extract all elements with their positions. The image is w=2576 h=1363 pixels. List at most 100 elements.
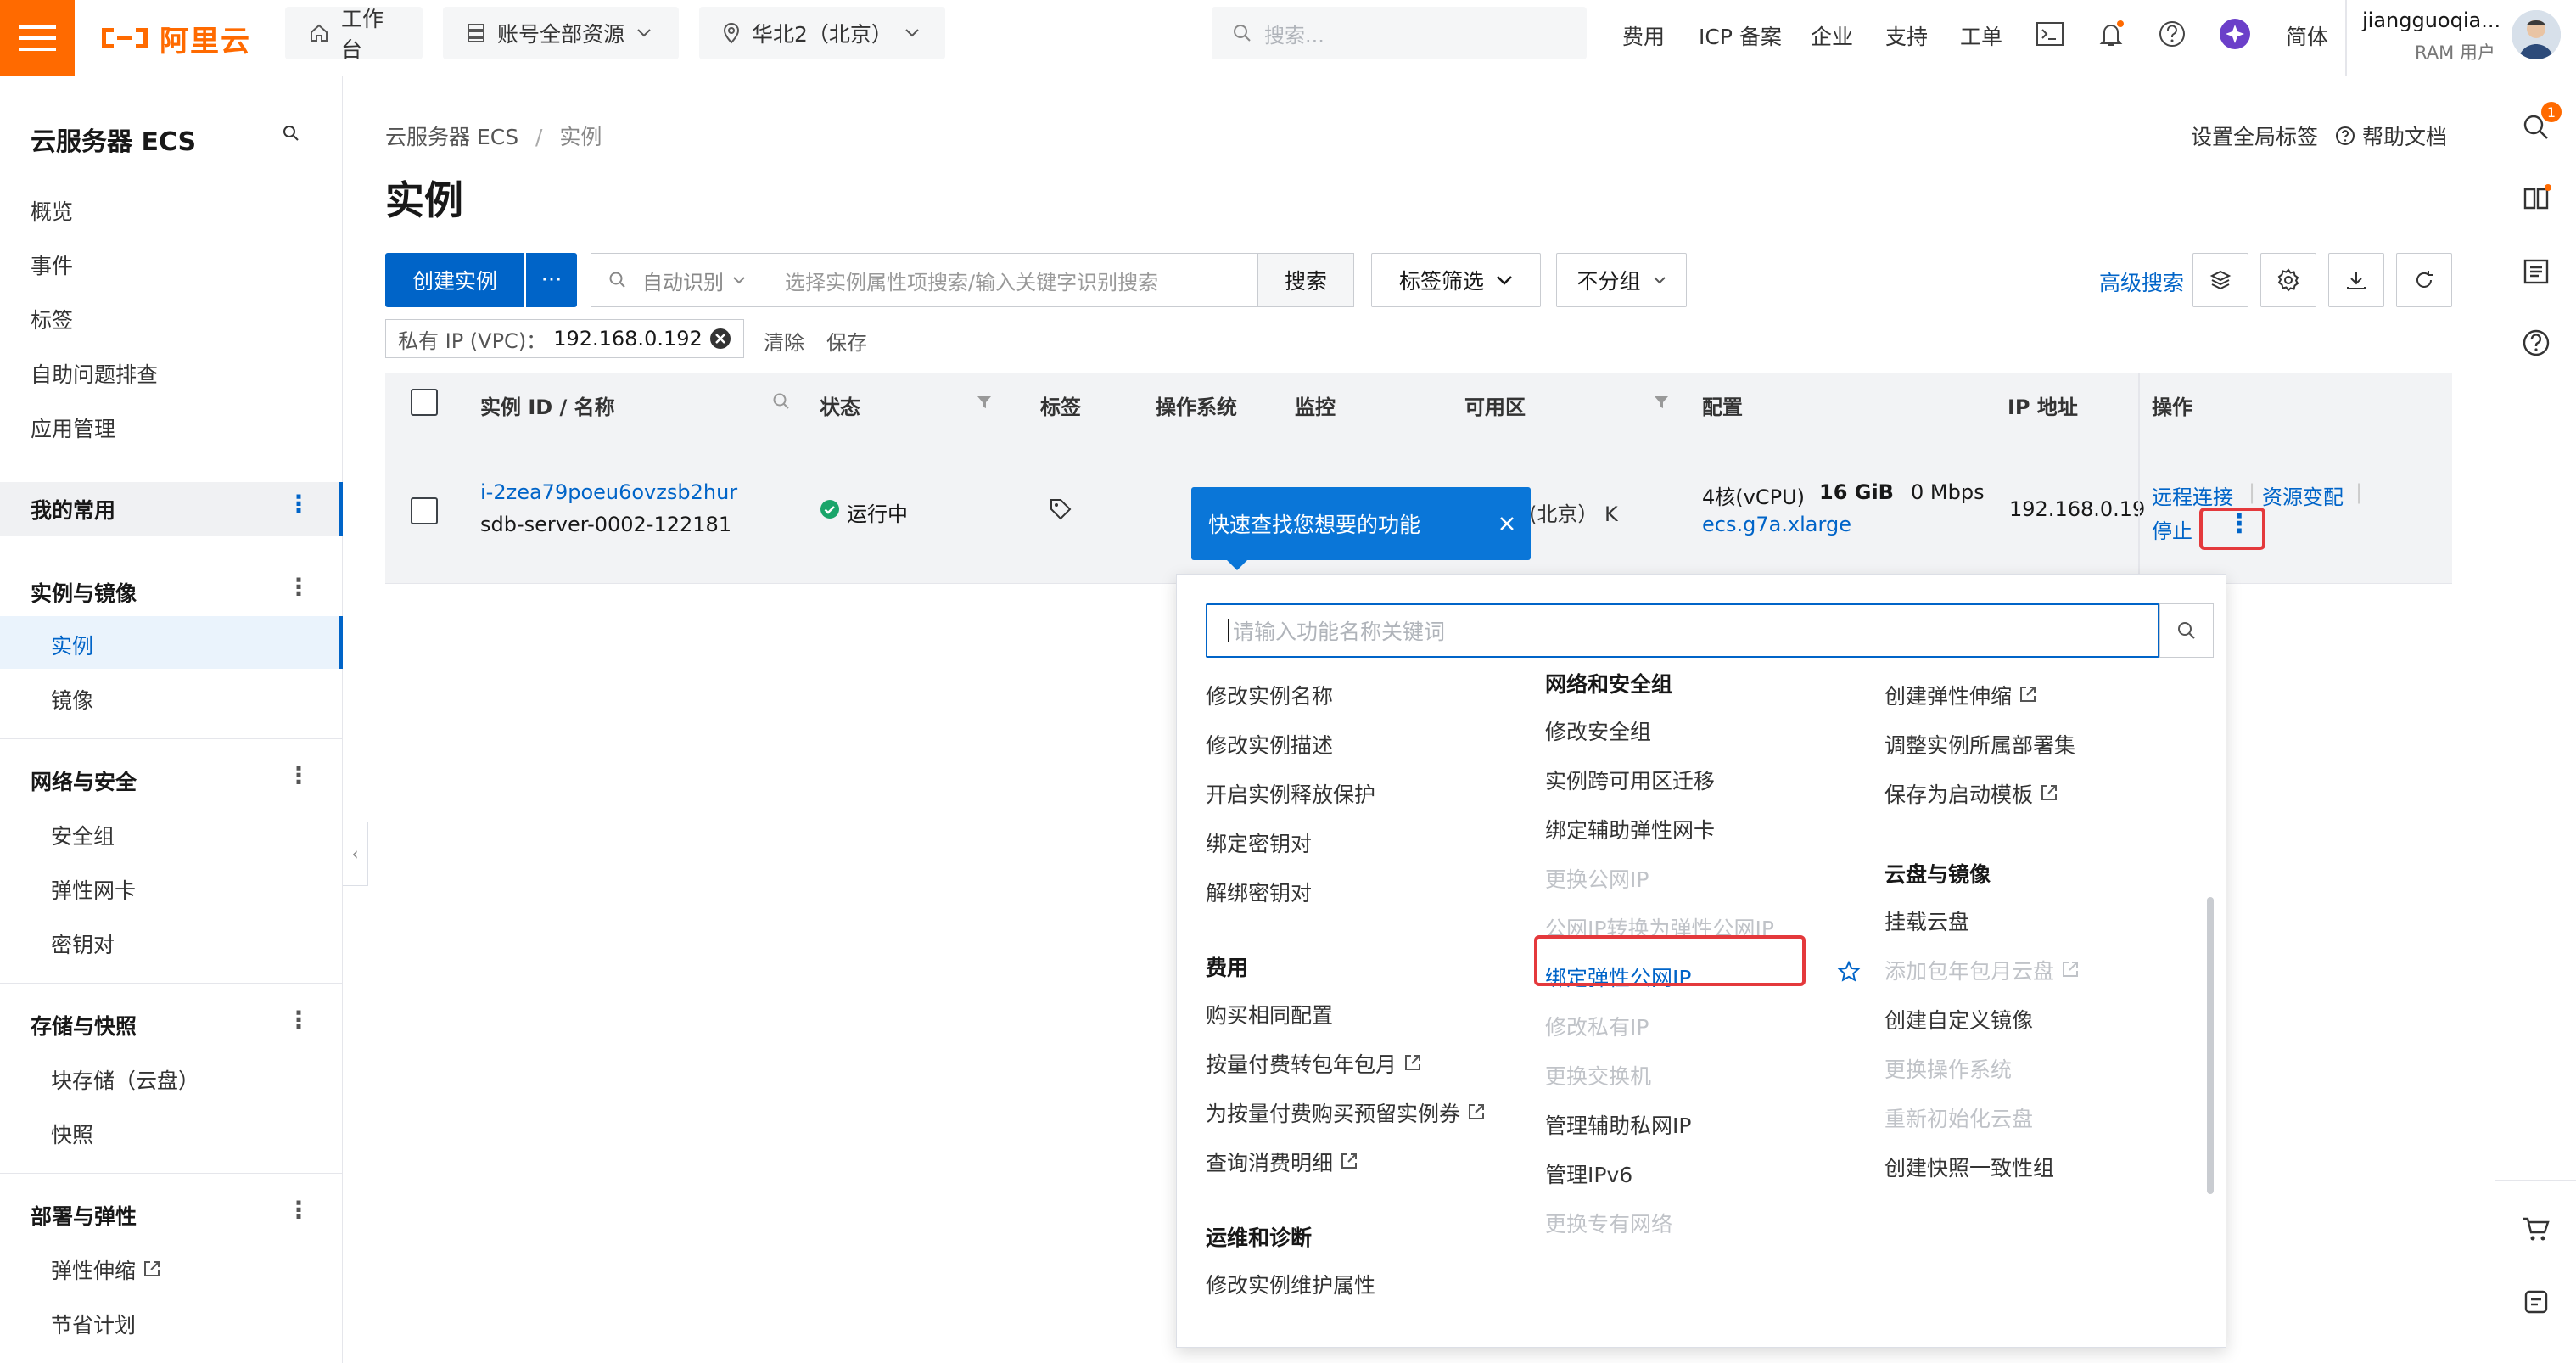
region-dropdown[interactable]: 华北2（北京） bbox=[699, 7, 945, 59]
sidebar-item-eni[interactable]: 弹性网卡 bbox=[51, 874, 136, 905]
instance-id-link[interactable]: i-2zea79poeu6ovzsb2hur bbox=[480, 480, 737, 504]
menu-item-bind-eni[interactable]: 绑定辅助弹性网卡 bbox=[1545, 814, 1715, 844]
more-vertical-icon[interactable]: ⋮ bbox=[287, 1198, 311, 1222]
star-icon[interactable] bbox=[1837, 960, 1861, 984]
help-docs-link[interactable]: 帮助文档 bbox=[2362, 121, 2447, 151]
sidebar-item-events[interactable]: 事件 bbox=[31, 250, 73, 280]
menu-item-billing-detail[interactable]: 查询消费明细 bbox=[1206, 1147, 1358, 1177]
function-search-input[interactable]: 请输入功能名称关键词 bbox=[1206, 603, 2159, 658]
more-vertical-icon[interactable]: ⋮ bbox=[287, 1008, 311, 1032]
sidebar-item-overview[interactable]: 概览 bbox=[31, 195, 73, 226]
menu-item-edit-desc[interactable]: 修改实例描述 bbox=[1206, 729, 1333, 760]
refresh-button[interactable] bbox=[2396, 253, 2452, 307]
menu-item-attach-disk[interactable]: 挂载云盘 bbox=[1884, 906, 1969, 936]
stop-link[interactable]: 停止 bbox=[2152, 514, 2192, 544]
menu-item-bind-keypair[interactable]: 绑定密钥对 bbox=[1206, 827, 1312, 858]
sidebar-collapse-button[interactable]: ‹ bbox=[343, 822, 368, 886]
feedback-icon[interactable] bbox=[2519, 1285, 2553, 1319]
resize-link[interactable]: 资源变配 bbox=[2262, 480, 2344, 510]
instance-filter[interactable]: 自动识别 选择实例属性项搜索/输入关键字识别搜索 bbox=[591, 253, 1257, 307]
sidebar-item-images[interactable]: 镜像 bbox=[51, 684, 93, 715]
sidebar-item-app-management[interactable]: 应用管理 bbox=[31, 412, 115, 443]
sidebar-item-block-storage[interactable]: 块存储（云盘） bbox=[51, 1064, 199, 1095]
search-button[interactable]: 搜索 bbox=[1257, 253, 1354, 307]
book-icon[interactable] bbox=[2519, 182, 2553, 216]
layers-button[interactable] bbox=[2192, 253, 2248, 307]
terminal-icon[interactable] bbox=[2033, 17, 2067, 51]
menu-item-unbind-keypair[interactable]: 解绑密钥对 bbox=[1206, 877, 1312, 907]
filter-icon[interactable] bbox=[1653, 394, 1670, 411]
ticket-link[interactable]: 工单 bbox=[1960, 20, 2002, 51]
close-icon[interactable] bbox=[1498, 515, 1515, 532]
menu-item-save-template[interactable]: 保存为启动模板 bbox=[1884, 778, 2058, 809]
more-vertical-icon[interactable]: ⋮ bbox=[287, 575, 311, 599]
menu-item-maintenance[interactable]: 修改实例维护属性 bbox=[1206, 1269, 1375, 1299]
icp-link[interactable]: ICP 备案 bbox=[1699, 20, 1782, 51]
set-global-tags-link[interactable]: 设置全局标签 bbox=[2191, 121, 2318, 151]
menu-item-modify-sg[interactable]: 修改安全组 bbox=[1545, 715, 1651, 746]
menu-item-deployment-set[interactable]: 调整实例所属部署集 bbox=[1884, 729, 2075, 760]
language-switch[interactable]: 简体 bbox=[2286, 20, 2328, 51]
help-circle-icon[interactable] bbox=[2155, 17, 2189, 51]
sidebar-item-tags[interactable]: 标签 bbox=[31, 304, 73, 334]
list-icon[interactable] bbox=[2519, 255, 2553, 289]
menu-item-create-scaling[interactable]: 创建弹性伸缩 bbox=[1884, 680, 2037, 710]
fee-link[interactable]: 费用 bbox=[1622, 20, 1665, 51]
settings-button[interactable] bbox=[2260, 253, 2316, 307]
filter-chip[interactable]: 私有 IP (VPC)： 192.168.0.192 bbox=[385, 319, 744, 358]
sidebar-item-keypairs[interactable]: 密钥对 bbox=[51, 928, 115, 959]
aliyun-logo[interactable]: 阿里云 bbox=[98, 19, 251, 59]
ai-assistant-icon[interactable] bbox=[2218, 17, 2252, 51]
create-more-button[interactable]: ··· bbox=[526, 253, 577, 307]
cart-icon[interactable] bbox=[2519, 1212, 2553, 1246]
sidebar-group-instances[interactable]: 实例与镜像 bbox=[31, 577, 137, 608]
menu-item-secondary-ip[interactable]: 管理辅助私网IP bbox=[1545, 1109, 1691, 1140]
function-search-button[interactable] bbox=[2159, 603, 2214, 658]
sidebar-item-autoscaling[interactable]: 弹性伸缩 bbox=[51, 1254, 161, 1285]
sidebar-search-icon[interactable] bbox=[282, 124, 300, 143]
advanced-search-link[interactable]: 高级搜索 bbox=[2099, 266, 2184, 297]
clear-filters-link[interactable]: 清除 bbox=[764, 326, 804, 356]
sidebar-group-deploy[interactable]: 部署与弹性 bbox=[31, 1200, 137, 1231]
menu-item-release-protect[interactable]: 开启实例释放保护 bbox=[1206, 778, 1375, 809]
menu-item-rename[interactable]: 修改实例名称 bbox=[1206, 680, 1333, 710]
bell-icon[interactable] bbox=[2094, 17, 2128, 51]
user-name[interactable]: jiangguoqia... bbox=[2362, 8, 2500, 32]
filter-icon[interactable] bbox=[976, 394, 993, 411]
download-button[interactable] bbox=[2328, 253, 2384, 307]
sidebar-group-storage[interactable]: 存储与快照 bbox=[31, 1010, 137, 1040]
global-search[interactable]: 搜索... bbox=[1212, 7, 1587, 59]
sidebar-item-snapshots[interactable]: 快照 bbox=[51, 1119, 93, 1149]
workbench-button[interactable]: 工作台 bbox=[285, 7, 423, 62]
support-link[interactable]: 支持 bbox=[1885, 20, 1928, 51]
create-instance-button[interactable]: 创建实例 bbox=[385, 253, 524, 307]
menu-item-buy-same[interactable]: 购买相同配置 bbox=[1206, 999, 1333, 1029]
enterprise-link[interactable]: 企业 bbox=[1811, 20, 1853, 51]
select-all-checkbox[interactable] bbox=[411, 389, 438, 416]
menu-item-cross-zone[interactable]: 实例跨可用区迁移 bbox=[1545, 765, 1715, 795]
save-filters-link[interactable]: 保存 bbox=[826, 326, 867, 356]
sidebar-item-savings-plan[interactable]: 节省计划 bbox=[51, 1309, 136, 1339]
remote-connect-link[interactable]: 远程连接 bbox=[2152, 480, 2233, 510]
help-icon[interactable] bbox=[2519, 326, 2553, 360]
menu-item-reserved-instance[interactable]: 为按量付费购买预留实例券 bbox=[1206, 1097, 1486, 1128]
close-circle-icon[interactable] bbox=[709, 328, 731, 350]
search-icon[interactable] bbox=[772, 392, 791, 411]
group-dropdown[interactable]: 不分组 bbox=[1556, 253, 1687, 307]
more-vertical-icon[interactable]: ⋮ bbox=[287, 764, 311, 788]
menu-button[interactable] bbox=[0, 0, 75, 76]
menu-item-snapshot-group[interactable]: 创建快照一致性组 bbox=[1884, 1152, 2054, 1182]
row-checkbox[interactable] bbox=[411, 497, 438, 524]
tag-icon[interactable] bbox=[1049, 497, 1072, 521]
resources-dropdown[interactable]: 账号全部资源 bbox=[443, 7, 679, 59]
menu-item-ipv6[interactable]: 管理IPv6 bbox=[1545, 1158, 1632, 1189]
tag-filter-dropdown[interactable]: 标签筛选 bbox=[1371, 253, 1541, 307]
sidebar-item-security-groups[interactable]: 安全组 bbox=[51, 820, 115, 850]
auto-detect-select[interactable]: 自动识别 bbox=[642, 266, 724, 295]
menu-item-to-subscription[interactable]: 按量付费转包年包月 bbox=[1206, 1048, 1422, 1079]
instance-spec-link[interactable]: ecs.g7a.xlarge bbox=[1702, 513, 1851, 536]
menu-scrollbar[interactable] bbox=[2207, 897, 2214, 1194]
menu-item-create-image[interactable]: 创建自定义镜像 bbox=[1884, 1004, 2033, 1035]
more-vertical-icon[interactable]: ⋮ bbox=[287, 492, 311, 516]
avatar[interactable] bbox=[2512, 10, 2561, 59]
